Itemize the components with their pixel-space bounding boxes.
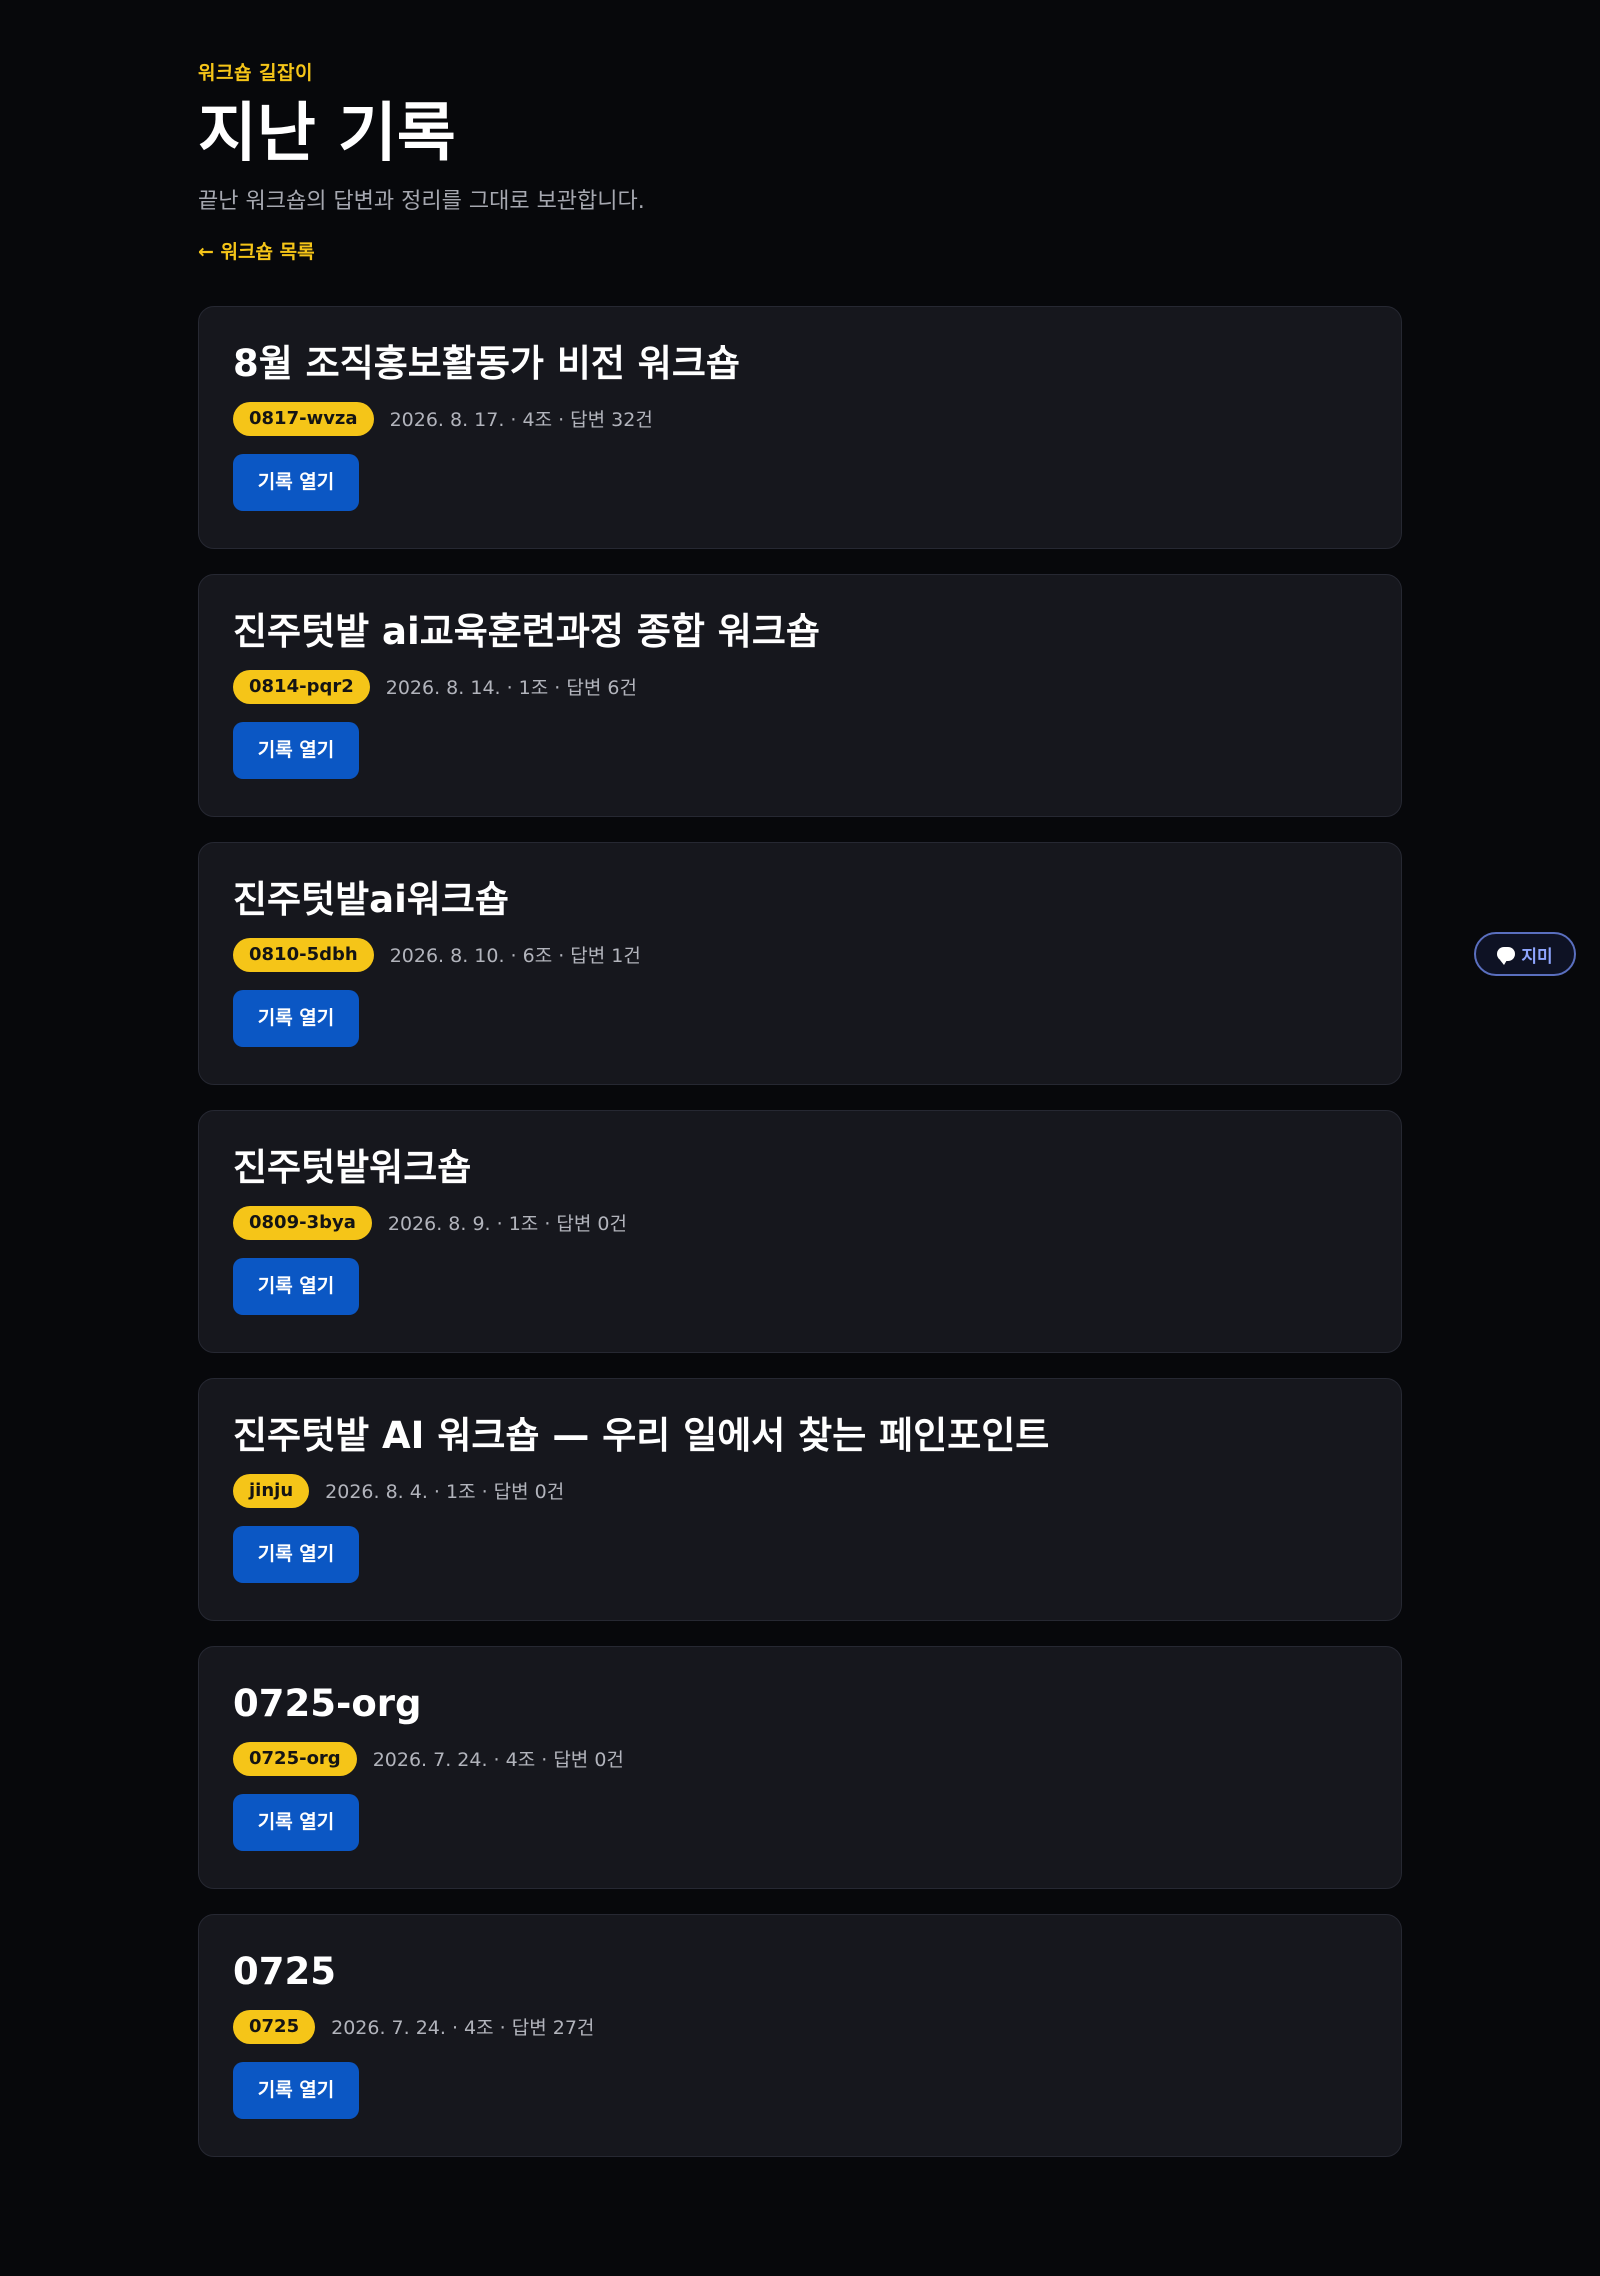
record-card: 8월 조직홍보활동가 비전 워크숍 0817-wvza 2026. 8. 17.…	[198, 306, 1402, 550]
record-title: 8월 조직홍보활동가 비전 워크숍	[233, 342, 740, 386]
workshop-code-badge: 0817-wvza	[233, 401, 374, 436]
open-record-button[interactable]: 기록 열기	[233, 453, 359, 511]
record-card: 진주텃밭 ai교육훈련과정 종합 워크숍 0814-pqr2 2026. 8. …	[198, 574, 1402, 818]
record-meta: 2026. 8. 10. · 6조 · 답변 1건	[389, 945, 641, 968]
record-meta: 2026. 7. 24. · 4조 · 답변 27건	[331, 2017, 595, 2040]
open-record-button[interactable]: 기록 열기	[233, 1525, 359, 1583]
record-card: 진주텃밭워크숍 0809-3bya 2026. 8. 9. · 1조 · 답변 …	[198, 1110, 1402, 1354]
record-meta: 2026. 8. 14. · 1조 · 답변 6건	[385, 677, 637, 700]
record-meta-row: 0814-pqr2 2026. 8. 14. · 1조 · 답변 6건	[233, 669, 1367, 704]
record-title: 진주텃밭워크숍	[233, 1146, 472, 1190]
record-title: 진주텃밭ai워크숍	[233, 878, 509, 922]
speech-bubble-icon	[1497, 947, 1516, 965]
record-meta-row: 0725 2026. 7. 24. · 4조 · 답변 27건	[233, 2009, 1367, 2044]
back-to-workshop-list-link[interactable]: ← 워크숍 목록	[198, 237, 315, 264]
page-subtitle: 끝난 워크숍의 답변과 정리를 그대로 보관합니다.	[198, 189, 645, 215]
chat-assistant-button[interactable]: 지미	[1474, 932, 1576, 976]
workshop-code-badge: 0725	[233, 2009, 316, 2044]
record-meta: 2026. 7. 24. · 4조 · 답변 0건	[372, 1749, 624, 1772]
record-meta: 2026. 8. 9. · 1조 · 답변 0건	[387, 1213, 627, 1236]
record-meta-row: 0809-3bya 2026. 8. 9. · 1조 · 답변 0건	[233, 1205, 1367, 1240]
page-container: 워크숍 길잡이 지난 기록 끝난 워크숍의 답변과 정리를 그대로 보관합니다.…	[198, 58, 1402, 2158]
record-meta: 2026. 8. 17. · 4조 · 답변 32건	[389, 409, 653, 432]
record-title: 진주텃밭 AI 워크숍 — 우리 일에서 찾는 페인포인트	[233, 1414, 1050, 1458]
open-record-button[interactable]: 기록 열기	[233, 721, 359, 779]
record-title: 0725-org	[233, 1682, 422, 1726]
chat-assistant-label: 지미	[1521, 946, 1553, 967]
record-meta-row: jinju 2026. 8. 4. · 1조 · 답변 0건	[233, 1473, 1367, 1508]
workshop-code-badge: jinju	[233, 1473, 310, 1508]
record-meta-row: 0810-5dbh 2026. 8. 10. · 6조 · 답변 1건	[233, 937, 1367, 972]
open-record-button[interactable]: 기록 열기	[233, 1257, 359, 1315]
open-record-button[interactable]: 기록 열기	[233, 989, 359, 1047]
workshop-code-badge: 0810-5dbh	[233, 937, 374, 972]
eyebrow-label: 워크숍 길잡이	[198, 62, 313, 84]
record-meta: 2026. 8. 4. · 1조 · 답변 0건	[325, 1481, 565, 1504]
page-title: 지난 기록	[198, 97, 456, 171]
workshop-code-badge: 0809-3bya	[233, 1205, 372, 1240]
record-card: 진주텃밭 AI 워크숍 — 우리 일에서 찾는 페인포인트 jinju 2026…	[198, 1378, 1402, 1622]
workshop-code-badge: 0725-org	[233, 1741, 357, 1776]
open-record-button[interactable]: 기록 열기	[233, 1793, 359, 1851]
record-list: 8월 조직홍보활동가 비전 워크숍 0817-wvza 2026. 8. 17.…	[198, 306, 1402, 2158]
record-meta-row: 0725-org 2026. 7. 24. · 4조 · 답변 0건	[233, 1741, 1367, 1776]
record-card: 0725 0725 2026. 7. 24. · 4조 · 답변 27건 기록 …	[198, 1914, 1402, 2158]
record-card: 진주텃밭ai워크숍 0810-5dbh 2026. 8. 10. · 6조 · …	[198, 842, 1402, 1086]
record-title: 진주텃밭 ai교육훈련과정 종합 워크숍	[233, 610, 820, 654]
record-title: 0725	[233, 1950, 336, 1994]
workshop-code-badge: 0814-pqr2	[233, 669, 370, 704]
record-meta-row: 0817-wvza 2026. 8. 17. · 4조 · 답변 32건	[233, 401, 1367, 436]
record-card: 0725-org 0725-org 2026. 7. 24. · 4조 · 답변…	[198, 1646, 1402, 1890]
open-record-button[interactable]: 기록 열기	[233, 2061, 359, 2119]
